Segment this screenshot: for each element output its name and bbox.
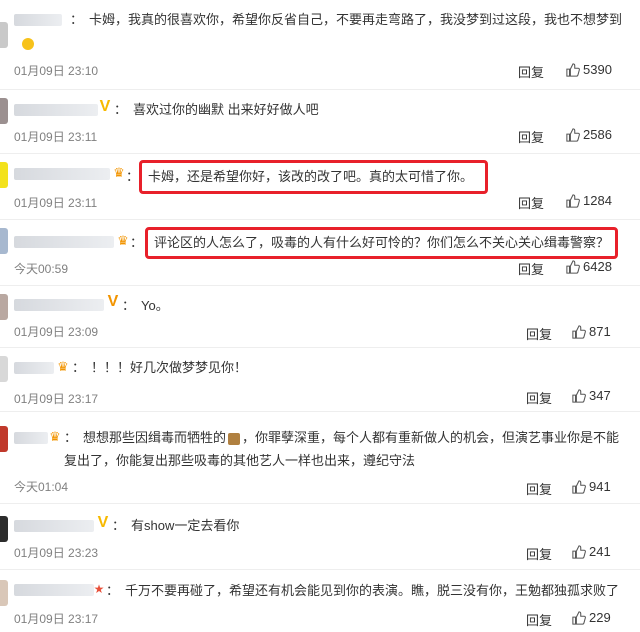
comment-time: 01月09日 23:10 [14, 64, 99, 78]
crown-badge-icon: ♛ [113, 165, 125, 180]
thumbs-up-icon [566, 193, 580, 208]
highlight-box: 评论区的人怎么了，吸毒的人有什么好可怜的？你们怎么不关心关心缉毒警察？ [145, 227, 619, 259]
comment-time: 今天00:59 [14, 262, 69, 276]
comment-item: ♛ ：评论区的人怎么了，吸毒的人有什么好可怜的？你们怎么不关心关心缉毒警察？ 今… [0, 220, 640, 286]
like-button[interactable]: 241 [572, 544, 611, 559]
vip-v-badge-icon: V [107, 293, 119, 310]
comment-item: ♛ ：卡姆，还是希望你好，该改的改了吧。真的太可惜了你。 01月09日 23:1… [0, 154, 640, 220]
like-count: 6428 [583, 259, 612, 274]
like-count: 871 [589, 324, 611, 339]
thumbs-up-icon [566, 259, 580, 274]
like-button[interactable]: 1284 [566, 193, 612, 208]
comment-item: V ：喜欢过你的幽默 出来好好做人吧 01月09日 23:11 回复 2586 [0, 90, 640, 154]
like-count: 2586 [583, 127, 612, 142]
thumbs-up-icon [572, 610, 586, 625]
comment-text: ： Yo。 [122, 298, 169, 313]
reply-button[interactable]: 回复 [526, 324, 552, 343]
avatar[interactable] [0, 22, 8, 48]
avatar[interactable] [0, 228, 8, 254]
thumbs-up-icon [572, 324, 586, 339]
like-count: 941 [589, 479, 611, 494]
comment-time: 01月09日 23:11 [14, 130, 98, 144]
avatar[interactable] [0, 426, 8, 452]
avatar[interactable] [0, 98, 8, 124]
comment-time: 01月09日 23:11 [14, 196, 98, 210]
like-button[interactable]: 6428 [566, 259, 612, 274]
avatar[interactable] [0, 516, 8, 542]
thumbs-up-icon [566, 127, 580, 142]
like-count: 347 [589, 388, 611, 403]
vip-v-badge-icon: V [99, 98, 111, 115]
comment-time: 01月09日 23:09 [14, 325, 99, 339]
comment-text: ：想想那些因缉毒而牺牲的 ，你罪孽深重，每个人都有重新做人的机会，但演艺事业你是不… [64, 430, 620, 468]
thumbs-up-icon [572, 479, 586, 494]
comment-time: 今天01:04 [14, 480, 69, 494]
username[interactable] [14, 14, 62, 26]
reply-button[interactable]: 回复 [526, 479, 552, 498]
username[interactable] [14, 520, 94, 532]
username[interactable] [14, 236, 114, 248]
comment-text: ：千万不要再碰了，希望还有机会能见到你的表演。瞧，脱三没有你，王勉都独孤求败了 [106, 583, 620, 598]
reply-button[interactable]: 回复 [526, 544, 552, 563]
crown-badge-icon: ♛ [49, 429, 61, 444]
reply-button[interactable]: 回复 [518, 62, 544, 81]
like-button[interactable]: 941 [572, 479, 611, 494]
reply-button[interactable]: 回复 [526, 610, 552, 629]
username[interactable] [14, 104, 98, 116]
like-button[interactable]: 5390 [566, 62, 612, 77]
reply-button[interactable]: 回复 [526, 388, 552, 407]
comment-text: ：卡姆，我真的很喜欢你，希望你反省自己，不要再走弯路了，我没梦到过这段，我也不想… [70, 12, 623, 27]
reply-button[interactable]: 回复 [518, 193, 544, 212]
avatar[interactable] [0, 356, 8, 382]
like-button[interactable]: 347 [572, 388, 611, 403]
vip-v-badge-icon: V [97, 514, 109, 531]
comment-time: 01月09日 23:23 [14, 546, 99, 560]
comment-item: ♛ ：！！！好几次做梦梦见你！ 01月09日 23:17 回复 347 [0, 348, 640, 412]
avatar[interactable] [0, 580, 8, 606]
like-count: 229 [589, 610, 611, 625]
avatar[interactable] [0, 162, 8, 188]
thumbs-up-icon [566, 62, 580, 77]
emoji-icon [22, 38, 34, 50]
comment-text: ：！！！好几次做梦梦见你！ [72, 360, 248, 375]
comment-text: ：评论区的人怎么了，吸毒的人有什么好可怜的？你们怎么不关心关心缉毒警察？ [130, 227, 619, 259]
crown-badge-icon: ♛ [117, 233, 129, 248]
candle-emoji-icon [228, 432, 241, 445]
username[interactable] [14, 299, 104, 311]
comment-item: ♛ ：想想那些因缉毒而牺牲的 ，你罪孽深重，每个人都有重新做人的机会，但演艺事业你… [0, 412, 640, 504]
comment-text: ：有show一定去看你 [112, 518, 240, 533]
like-count: 241 [589, 544, 611, 559]
reply-button[interactable]: 回复 [518, 259, 544, 278]
like-button[interactable]: 229 [572, 610, 611, 625]
reply-button[interactable]: 回复 [518, 127, 544, 146]
username[interactable] [14, 584, 94, 596]
comment-item: ★ ：千万不要再碰了，希望还有机会能见到你的表演。瞧，脱三没有你，王勉都独孤求败… [0, 570, 640, 632]
fire-badge-icon: ★ [93, 582, 105, 596]
username[interactable] [14, 432, 48, 444]
username[interactable] [14, 168, 110, 180]
comment-text: ：卡姆，还是希望你好，该改的改了吧。真的太可惜了你。 [126, 160, 489, 194]
like-button[interactable]: 871 [572, 324, 611, 339]
username[interactable] [14, 362, 54, 374]
comment-time: 01月09日 23:17 [14, 392, 99, 406]
comment-item: V ： Yo。 01月09日 23:09 回复 871 [0, 286, 640, 348]
comment-item: V ：有show一定去看你 01月09日 23:23 回复 241 [0, 504, 640, 570]
comment-text: ：喜欢过你的幽默 出来好好做人吧 [114, 102, 319, 117]
highlight-box: 卡姆，还是希望你好，该改的改了吧。真的太可惜了你。 [139, 160, 489, 194]
thumbs-up-icon [572, 544, 586, 559]
comment-time: 01月09日 23:17 [14, 612, 99, 626]
comment-item: ：卡姆，我真的很喜欢你，希望你反省自己，不要再走弯路了，我没梦到过这段，我也不想… [0, 0, 640, 90]
crown-badge-icon: ♛ [57, 359, 69, 374]
avatar[interactable] [0, 294, 8, 320]
thumbs-up-icon [572, 388, 586, 403]
like-count: 1284 [583, 193, 612, 208]
like-count: 5390 [583, 62, 612, 77]
like-button[interactable]: 2586 [566, 127, 612, 142]
